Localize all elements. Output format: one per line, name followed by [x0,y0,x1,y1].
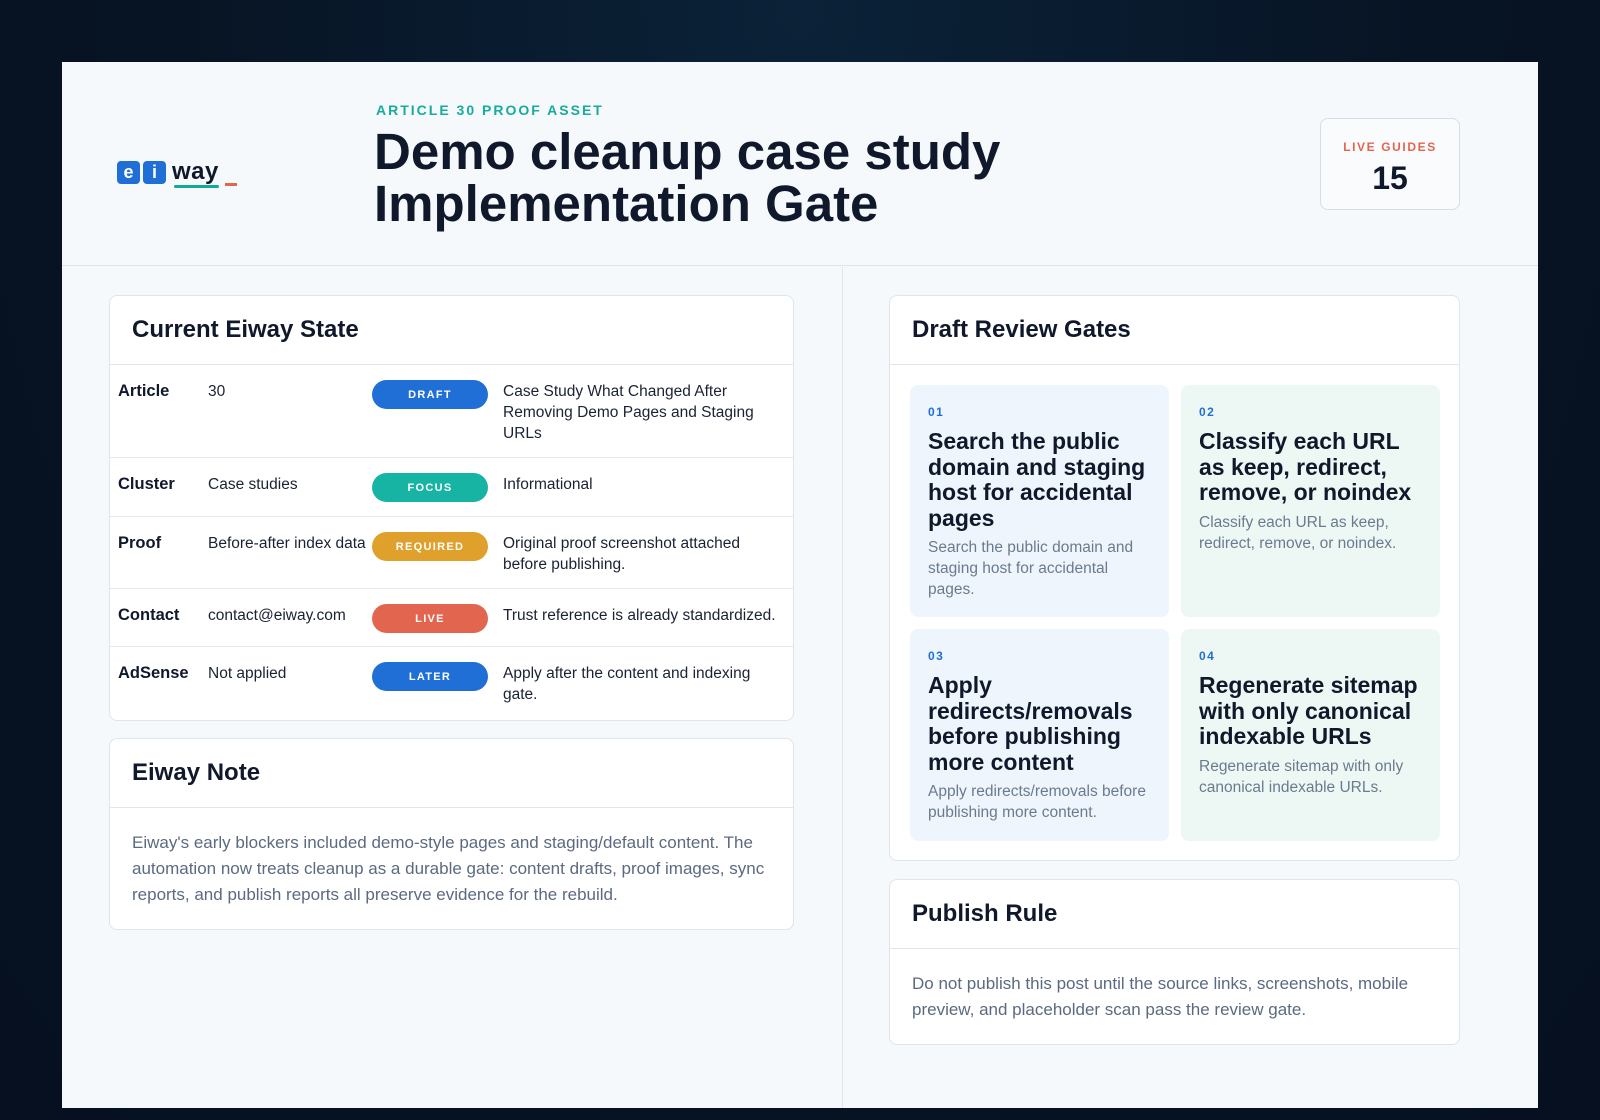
eyebrow-label: ARTICLE 30 PROOF ASSET [376,102,604,118]
logo-tile-i: i [143,161,166,184]
row-detail: Apply after the content and indexing gat… [503,665,751,703]
row-value: Before-after index data [208,535,366,552]
row-key: AdSense [118,664,189,682]
logo-cursor-icon [224,183,237,186]
state-table: Article 30 DRAFT Case Study What Changed… [110,365,793,719]
row-value: Not applied [208,665,287,682]
table-row: AdSense Not applied LATER Apply after th… [110,647,793,719]
status-badge: DRAFT [372,380,488,409]
table-row: Contact contact@eiway.com LIVE Trust ref… [110,589,793,647]
row-detail: Case Study What Changed After Removing D… [503,383,754,442]
row-key: Article [118,382,170,400]
rule-card-heading: Publish Rule [890,880,1459,949]
gate-title: Apply redirects/removals before publishi… [928,672,1133,775]
stat-label: LIVE GUIDES [1343,140,1437,154]
state-card-heading: Current Eiway State [110,296,793,365]
rule-body: Do not publish this post until the sourc… [912,974,1409,1019]
row-detail: Original proof screenshot attached befor… [503,535,740,573]
gate-description: Apply redirects/removals before publishi… [928,783,1146,821]
gate-description: Search the public domain and staging hos… [928,539,1134,598]
table-row: Cluster Case studies FOCUS Informational [110,458,793,517]
status-badge: LIVE [372,604,488,633]
gate-item-01: 01 Search the public domain and staging … [910,385,1169,617]
row-key: Proof [118,534,162,552]
note-card-heading: Eiway Note [110,739,793,808]
page-frame: e i way ARTICLE 30 PROOF ASSET Demo clea… [62,62,1538,1108]
gate-description: Regenerate sitemap with only canonical i… [1199,757,1404,796]
gate-number: 01 [928,405,945,419]
row-key: Contact [118,606,180,624]
gate-description: Classify each URL as keep, redirect, rem… [1199,513,1397,552]
gate-item-03: 03 Apply redirects/removals before publi… [910,629,1169,841]
logo-word: way [172,160,219,188]
page-title-line1: Demo cleanup case study [374,123,1001,180]
page-title-line2: Implementation Gate [374,175,879,232]
page-title: Demo cleanup case study Implementation G… [374,126,1274,230]
eiway-logo[interactable]: e i way [117,154,237,188]
gate-number: 04 [1199,649,1216,663]
gate-item-02: 02 Classify each URL as keep, redirect, … [1181,385,1440,617]
gates-card-heading: Draft Review Gates [890,296,1459,365]
status-badge: REQUIRED [372,532,488,561]
gate-number: 03 [928,649,945,663]
logo-tile-e: e [117,161,140,184]
table-row: Proof Before-after index data REQUIRED O… [110,517,793,589]
row-value: Case studies [208,476,298,493]
gate-number: 02 [1199,405,1216,419]
live-guides-stat: LIVE GUIDES 15 [1320,118,1460,210]
note-card: Eiway Note Eiway's early blockers includ… [109,738,794,930]
row-detail: Trust reference is already standardized. [503,607,776,624]
page-header: e i way ARTICLE 30 PROOF ASSET Demo clea… [62,62,1538,266]
stat-value: 15 [1372,160,1408,196]
row-key: Cluster [118,475,175,493]
rule-card: Publish Rule Do not publish this post un… [889,879,1460,1045]
table-row: Article 30 DRAFT Case Study What Changed… [110,365,793,458]
status-badge: LATER [372,662,488,691]
gate-title: Search the public domain and staging hos… [928,428,1146,531]
note-body: Eiway's early blockers included demo-sty… [132,833,765,904]
gate-title: Classify each URL as keep, redirect, rem… [1199,428,1412,505]
row-value: contact@eiway.com [208,607,346,624]
status-badge: FOCUS [372,473,488,502]
row-detail: Informational [503,476,593,493]
column-divider [842,267,843,1108]
row-value: 30 [208,383,226,400]
gate-item-04: 04 Regenerate sitemap with only canonica… [1181,629,1440,841]
gates-card: Draft Review Gates 01 Search the public … [889,295,1460,861]
state-card: Current Eiway State Article 30 DRAFT Cas… [109,295,794,721]
gate-title: Regenerate sitemap with only canonical i… [1199,672,1418,749]
